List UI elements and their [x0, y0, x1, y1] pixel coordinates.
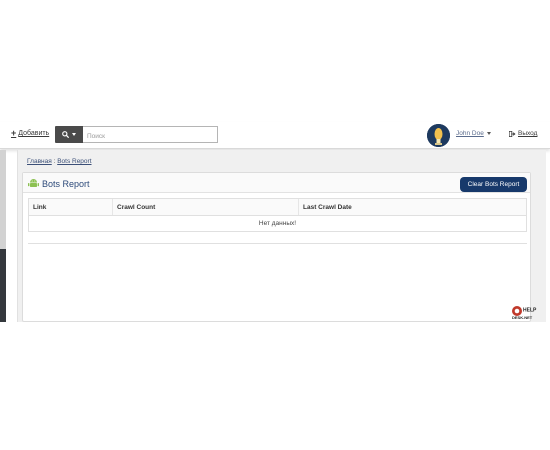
help-widget[interactable]: HELP DESK.NET: [510, 304, 546, 322]
column-header-crawl-count[interactable]: Crawl Count: [113, 199, 299, 215]
sign-out-icon: [509, 130, 516, 137]
column-header-link[interactable]: Link: [29, 199, 113, 215]
avatar[interactable]: [427, 124, 450, 147]
help-icon: HELP DESK.NET: [512, 306, 537, 320]
bots-report-panel: Bots Report Clear Bots Report Link Crawl…: [22, 172, 531, 322]
table-header: Link Crawl Count Last Crawl Date: [29, 199, 526, 216]
user-menu[interactable]: John Doe: [456, 130, 491, 137]
user-name: John Doe: [456, 130, 484, 137]
logout-label: Выход: [518, 130, 538, 137]
logout-link[interactable]: Выход: [509, 130, 537, 137]
empty-message: Нет данных!: [258, 220, 297, 227]
search-dropdown-button[interactable]: [55, 126, 83, 143]
column-header-last-crawl-date[interactable]: Last Crawl Date: [299, 199, 526, 215]
sidebar-collapsed: [0, 150, 6, 249]
search-group: [55, 126, 218, 143]
breadcrumb-home[interactable]: Главная: [27, 158, 52, 165]
panel-title: Bots Report: [42, 179, 90, 189]
table-footer-divider: [28, 243, 527, 244]
breadcrumb: Главная : Bots Report: [27, 158, 92, 165]
breadcrumb-separator: :: [53, 158, 56, 165]
add-button[interactable]: + Добавить: [11, 128, 50, 138]
android-icon: [28, 179, 39, 187]
sidebar-collapsed-dark: [0, 249, 6, 322]
panel-header: Bots Report Clear Bots Report: [23, 173, 530, 193]
plus-icon: +: [11, 128, 17, 138]
search-icon: [62, 131, 69, 138]
breadcrumb-current[interactable]: Bots Report: [57, 158, 91, 165]
caret-down-icon: [72, 133, 76, 136]
clear-bots-report-button[interactable]: Clear Bots Report: [460, 177, 527, 192]
bots-table: Link Crawl Count Last Crawl Date Нет дан…: [28, 198, 527, 232]
help-line-1: HELP: [523, 308, 537, 314]
add-label: Добавить: [18, 130, 50, 137]
help-line-2: DESK.NET: [512, 315, 533, 320]
caret-down-icon: [486, 132, 491, 135]
search-input[interactable]: [83, 126, 218, 143]
